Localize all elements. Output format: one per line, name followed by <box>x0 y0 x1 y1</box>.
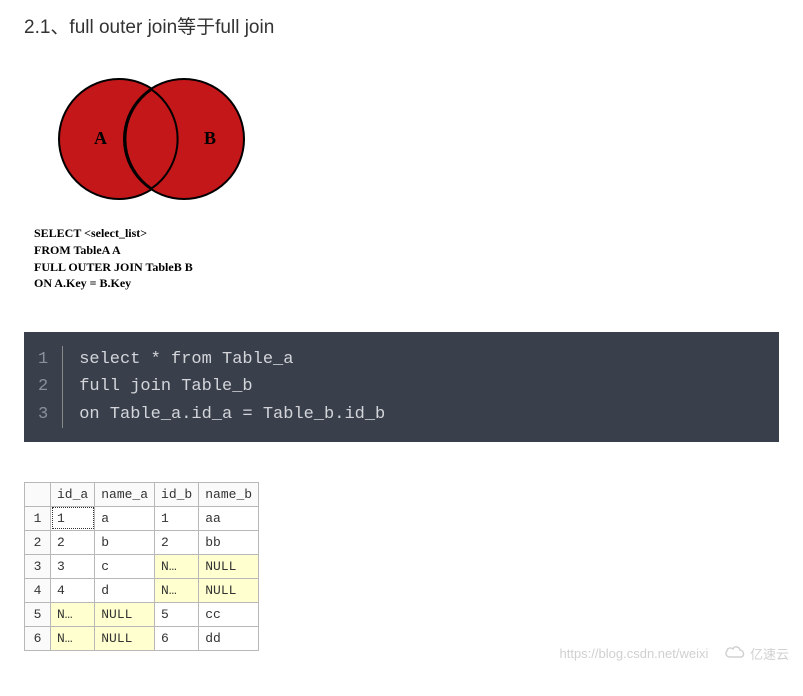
table-cell: 2 <box>155 530 199 554</box>
caption-line: FULL OUTER JOIN TableB B <box>34 259 384 276</box>
code-content: select * from Table_afull join Table_bon… <box>63 346 401 428</box>
caption-line: ON A.Key = B.Key <box>34 275 384 292</box>
section-heading: 2.1、full outer join等于full join <box>24 12 779 39</box>
code-line: full join Table_b <box>79 373 385 400</box>
table-cell: N… <box>51 626 95 650</box>
watermark-brand: 亿速云 <box>750 647 789 662</box>
table-row: 33cN…NULL <box>25 554 259 578</box>
table-cell: dd <box>199 626 259 650</box>
row-number: 4 <box>25 578 51 602</box>
table-cell: NULL <box>95 626 155 650</box>
row-number: 1 <box>25 506 51 530</box>
row-number: 6 <box>25 626 51 650</box>
table-cell: 1 <box>51 506 95 530</box>
line-number: 2 <box>38 373 48 400</box>
table-cell: 6 <box>155 626 199 650</box>
col-header-id-b: id_b <box>155 482 199 506</box>
cloud-icon <box>724 645 746 659</box>
result-tbody: 11a1aa22b2bb33cN…NULL44dN…NULL5N…NULL5cc… <box>25 506 259 650</box>
col-header-name-b: name_b <box>199 482 259 506</box>
venn-sql-caption: SELECT <select_list> FROM TableA A FULL … <box>34 225 384 292</box>
table-cell: 2 <box>51 530 95 554</box>
table-cell: 4 <box>51 578 95 602</box>
table-row: 5N…NULL5cc <box>25 602 259 626</box>
code-line: select * from Table_a <box>79 346 385 373</box>
result-table: id_a name_a id_b name_b 11a1aa22b2bb33cN… <box>24 482 259 651</box>
caption-line: FROM TableA A <box>34 242 384 259</box>
table-cell: a <box>95 506 155 530</box>
table-row: 44dN…NULL <box>25 578 259 602</box>
table-cell: c <box>95 554 155 578</box>
table-cell: cc <box>199 602 259 626</box>
table-row: 6N…NULL6dd <box>25 626 259 650</box>
watermark-brand-block: 亿速云 <box>724 644 789 663</box>
line-number: 1 <box>38 346 48 373</box>
watermark-url: https://blog.csdn.net/weixi <box>560 646 709 661</box>
venn-diagram: A B <box>34 69 254 219</box>
table-cell: d <box>95 578 155 602</box>
col-header-name-a: name_a <box>95 482 155 506</box>
table-row: 22b2bb <box>25 530 259 554</box>
row-number: 5 <box>25 602 51 626</box>
table-cell: 1 <box>155 506 199 530</box>
table-corner <box>25 482 51 506</box>
table-cell: b <box>95 530 155 554</box>
line-number: 3 <box>38 401 48 428</box>
watermark-bar: https://blog.csdn.net/weixi 亿速云 <box>560 644 790 663</box>
table-cell: N… <box>155 578 199 602</box>
col-header-id-a: id_a <box>51 482 95 506</box>
table-cell: NULL <box>95 602 155 626</box>
row-number: 3 <box>25 554 51 578</box>
table-cell: aa <box>199 506 259 530</box>
venn-label-a: A <box>94 128 107 148</box>
table-cell: N… <box>51 602 95 626</box>
table-cell: N… <box>155 554 199 578</box>
table-cell: NULL <box>199 554 259 578</box>
code-gutter: 1 2 3 <box>24 346 63 428</box>
table-cell: NULL <box>199 578 259 602</box>
code-line: on Table_a.id_a = Table_b.id_b <box>79 401 385 428</box>
caption-line: SELECT <select_list> <box>34 225 384 242</box>
table-row: 11a1aa <box>25 506 259 530</box>
venn-label-b: B <box>204 128 216 148</box>
table-cell: 3 <box>51 554 95 578</box>
sql-code-block: 1 2 3 select * from Table_afull join Tab… <box>24 332 779 442</box>
table-cell: bb <box>199 530 259 554</box>
table-cell: 5 <box>155 602 199 626</box>
venn-diagram-block: A B SELECT <select_list> FROM TableA A F… <box>34 69 384 292</box>
row-number: 2 <box>25 530 51 554</box>
